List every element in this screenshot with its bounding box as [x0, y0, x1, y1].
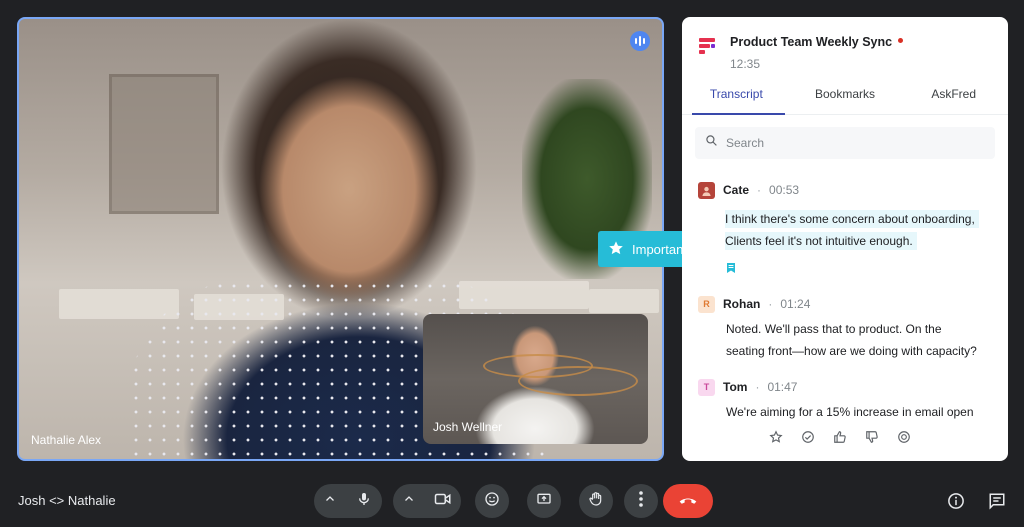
check-circle-icon[interactable] — [800, 429, 816, 445]
emoji-icon — [484, 491, 500, 512]
target-icon[interactable] — [896, 429, 912, 445]
timestamp[interactable]: 01:24 — [780, 297, 810, 311]
avatar — [698, 181, 715, 199]
thumbs-down-icon[interactable] — [864, 429, 880, 445]
important-tag-label: Important — [632, 241, 687, 257]
transcript-line: seating front—how are we doing with capa… — [726, 344, 977, 358]
speaker-name: Tom — [723, 380, 748, 394]
end-call-button[interactable] — [663, 484, 713, 518]
transcript-line: Noted. We'll pass that to product. On th… — [726, 322, 942, 336]
star-icon — [608, 240, 624, 259]
participant-name-label: Nathalie Alex — [31, 433, 102, 447]
panel-tabs: Transcript Bookmarks AskFred — [682, 81, 1008, 115]
camera-control — [393, 484, 461, 518]
tab-transcript[interactable]: Transcript — [682, 81, 791, 115]
reaction-bar — [768, 429, 912, 445]
chevron-up-icon[interactable] — [324, 492, 336, 510]
timestamp[interactable]: 01:47 — [767, 380, 797, 394]
tab-bookmarks[interactable]: Bookmarks — [791, 81, 900, 114]
pip-participant-name-label: Josh Wellner — [433, 420, 503, 434]
background-picture-frame — [109, 74, 219, 214]
present-screen-icon — [536, 491, 552, 512]
background-shelf — [589, 289, 659, 313]
raise-hand-button[interactable] — [579, 484, 613, 518]
microphone-icon[interactable] — [356, 491, 372, 512]
chevron-up-icon[interactable] — [403, 492, 415, 510]
panel-header: Product Team Weekly Sync 12:35 — [698, 35, 992, 75]
transcript-line: We're aiming for a 15% increase in email… — [726, 405, 974, 419]
microphone-control — [314, 484, 382, 518]
search-icon — [705, 134, 718, 152]
avatar: T — [698, 378, 715, 396]
transcript-entry[interactable]: Cate · 00:53 I think there's some concer… — [698, 181, 998, 281]
emoji-button[interactable] — [475, 484, 509, 518]
more-vertical-icon — [639, 490, 643, 512]
separator: · — [768, 297, 773, 311]
speaker-name: Rohan — [723, 297, 761, 311]
bookmark-icon[interactable] — [726, 261, 736, 273]
info-icon[interactable] — [946, 491, 966, 511]
transcript-search-input[interactable]: Search — [695, 127, 995, 159]
transcript-line: Clients feel it's not intuitive enough. — [725, 232, 917, 250]
meeting-name: Josh <> Nathalie — [18, 493, 116, 508]
separator: · — [755, 380, 760, 394]
app-logo-icon — [698, 37, 716, 55]
more-options-button[interactable] — [624, 484, 658, 518]
self-view-tile[interactable]: Josh Wellner — [423, 314, 648, 444]
speaker-name: Cate — [723, 183, 750, 197]
timestamp[interactable]: 00:53 — [769, 183, 799, 197]
phone-hangup-icon — [678, 492, 698, 510]
present-screen-button[interactable] — [527, 484, 561, 518]
avatar: R — [698, 295, 715, 313]
chat-icon[interactable] — [987, 491, 1007, 511]
hand-icon — [588, 491, 604, 512]
transcript-entry[interactable]: T Tom · 01:47 We're aiming for a 15% inc… — [698, 378, 998, 428]
background-lamp — [518, 366, 638, 396]
meeting-time: 12:35 — [730, 57, 761, 71]
star-icon[interactable] — [768, 429, 784, 445]
audio-level-icon — [630, 31, 650, 51]
meeting-title: Product Team Weekly Sync — [730, 35, 904, 49]
tab-askfred[interactable]: AskFred — [899, 81, 1008, 114]
transcript-entry[interactable]: R Rohan · 01:24 Noted. We'll pass that t… — [698, 295, 998, 365]
background-shelf — [59, 289, 179, 319]
separator: · — [757, 183, 762, 197]
recording-dot-icon — [898, 38, 904, 43]
transcript-line: I think there's some concern about onboa… — [725, 210, 979, 228]
transcript-panel: Product Team Weekly Sync 12:35 Transcrip… — [682, 17, 1008, 461]
camera-icon[interactable] — [434, 491, 452, 512]
search-placeholder: Search — [726, 136, 765, 150]
thumbs-up-icon[interactable] — [832, 429, 848, 445]
